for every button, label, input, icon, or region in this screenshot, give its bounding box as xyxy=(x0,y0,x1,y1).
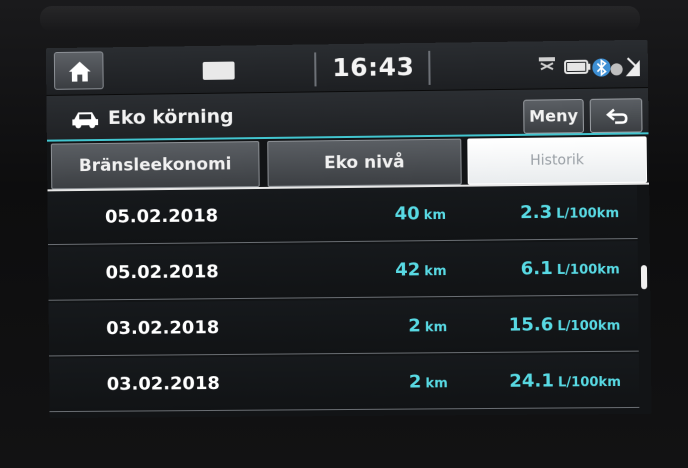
battery-icon xyxy=(565,61,590,73)
phone-signal-icon xyxy=(610,58,639,76)
trip-distance: 42 km xyxy=(296,255,446,286)
status-divider xyxy=(428,51,430,85)
head-unit-screen: 16:43 Eko körning Meny Bränsleekonomi Ek… xyxy=(46,40,652,418)
status-bar: 16:43 xyxy=(46,40,648,96)
clock: 16:43 xyxy=(316,47,430,89)
back-arrow-icon xyxy=(605,106,629,126)
back-button[interactable] xyxy=(590,98,643,133)
home-icon xyxy=(68,60,92,82)
trip-date: 03.02.2018 xyxy=(106,313,219,344)
history-list[interactable]: 05.02.2018 40 km 2.3 L/100km 05.02.2018 42… xyxy=(47,185,639,418)
car-icon xyxy=(70,109,100,129)
history-row[interactable]: 03.02.2018 2 km 24.1 L/100km xyxy=(49,354,639,412)
trip-distance: 2 km xyxy=(297,311,447,342)
trip-date: 05.02.2018 xyxy=(105,257,218,288)
home-button[interactable] xyxy=(54,51,104,89)
trip-date: 03.02.2018 xyxy=(107,369,220,400)
trip-distance: 40 km xyxy=(296,199,446,231)
trip-consumption: 24.1 L/100km xyxy=(448,366,621,397)
trip-date: 05.02.2018 xyxy=(105,201,218,232)
list-scrollbar[interactable] xyxy=(639,185,649,414)
status-icons xyxy=(539,54,642,81)
network-icon xyxy=(539,57,555,69)
scroll-thumb[interactable] xyxy=(641,265,647,289)
page-title: Eko körning xyxy=(108,101,234,132)
trip-distance: 2 km xyxy=(298,367,448,398)
tab-eko-niva[interactable]: Eko nivå xyxy=(267,139,462,187)
bluetooth-icon xyxy=(592,58,610,76)
tab-bransleekonomi[interactable]: Bränsleekonomi xyxy=(51,141,260,189)
history-row[interactable]: 05.02.2018 42 km 6.1 L/100km xyxy=(48,241,638,301)
bezel-reflection xyxy=(40,6,640,32)
screen-off-icon[interactable] xyxy=(203,62,235,80)
tab-historik[interactable]: Historik xyxy=(467,136,647,184)
trip-consumption: 6.1 L/100km xyxy=(446,253,619,285)
tab-bar: Bränsleekonomi Eko nivå Historik xyxy=(47,136,649,189)
history-row[interactable]: 03.02.2018 2 km 15.6 L/100km xyxy=(49,297,639,356)
trip-consumption: 15.6 L/100km xyxy=(447,310,620,342)
history-row[interactable]: 05.02.2018 40 km 2.3 L/100km xyxy=(47,185,637,245)
trip-consumption: 2.3 L/100km xyxy=(446,197,619,229)
menu-button[interactable]: Meny xyxy=(523,99,584,134)
